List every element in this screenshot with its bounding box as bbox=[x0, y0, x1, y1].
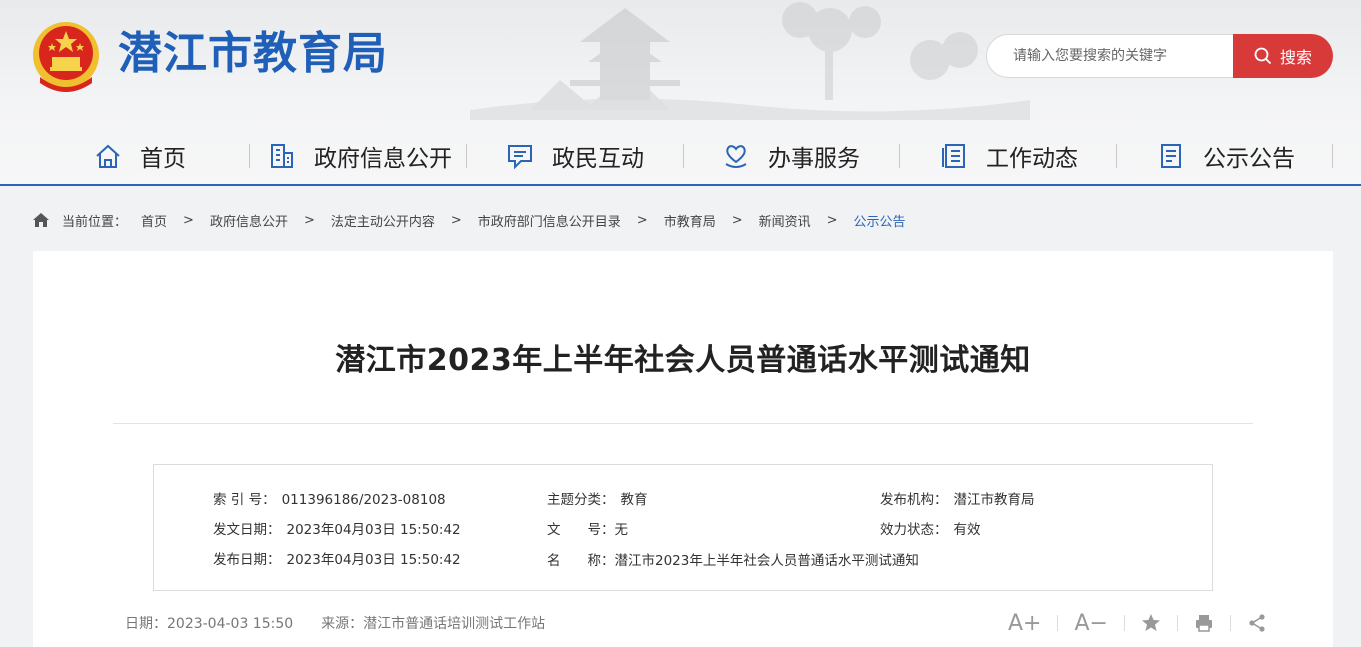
meta-value: 2023年04月03日 15:50:42 bbox=[286, 552, 461, 568]
nav-divider bbox=[249, 144, 250, 168]
tool-divider bbox=[1229, 615, 1231, 631]
main-nav: 首页 政府信息公开 政民互动 办事服务 工作动态 公示公告 bbox=[0, 128, 1361, 186]
breadcrumb-separator: > bbox=[450, 212, 462, 228]
meta-value: 2023年04月03日 15:50:42 bbox=[286, 522, 461, 538]
breadcrumb-separator: > bbox=[636, 212, 648, 228]
breadcrumb-item[interactable]: 新闻资讯 bbox=[759, 211, 811, 230]
meta-status: 效力状态： 有效 bbox=[880, 518, 981, 538]
font-decrease-button[interactable]: A− bbox=[1074, 611, 1107, 636]
print-button[interactable] bbox=[1194, 613, 1214, 633]
meta-value: 潜江市2023年上半年社会人员普通话水平测试通知 bbox=[614, 553, 919, 569]
nav-item-services[interactable]: 办事服务 bbox=[722, 128, 860, 184]
search-button-label: 搜索 bbox=[1279, 48, 1312, 67]
nav-label: 政民互动 bbox=[552, 146, 644, 172]
nav-item-home[interactable]: 首页 bbox=[94, 128, 186, 184]
breadcrumb-current[interactable]: 公示公告 bbox=[854, 211, 906, 230]
scenery-image bbox=[470, 2, 1030, 120]
meta-value: 无 bbox=[614, 522, 629, 538]
meta-value: 潜江市教育局 bbox=[953, 492, 1035, 508]
article-tools: A+ A− bbox=[1008, 609, 1267, 637]
printer-icon bbox=[1195, 615, 1212, 632]
search-box bbox=[986, 34, 1234, 78]
meta-key: 效力状态： bbox=[880, 522, 948, 538]
nav-divider bbox=[899, 144, 900, 168]
breadcrumb: 当前位置： 首页 > 政府信息公开 > 法定主动公开内容 > 市政府部门信息公开… bbox=[32, 208, 906, 232]
meta-key: 文 号： bbox=[547, 522, 615, 538]
metadata-table: 索 引 号： 011396186/2023-08108 发文日期： 2023年04月… bbox=[153, 464, 1213, 591]
nav-label: 政府信息公开 bbox=[314, 146, 452, 172]
nav-item-gov-info[interactable]: 政府信息公开 bbox=[268, 128, 452, 184]
meta-key: 发布日期： bbox=[213, 552, 281, 568]
heart-hand-icon bbox=[725, 145, 747, 168]
meta-name: 名 称：潜江市2023年上半年社会人员普通话水平测试通知 bbox=[547, 549, 919, 569]
breadcrumb-item[interactable]: 政府信息公开 bbox=[210, 211, 288, 230]
nav-label: 公示公告 bbox=[1203, 146, 1295, 172]
meta-doc-date: 发文日期： 2023年04月03日 15:50:42 bbox=[213, 518, 461, 538]
meta-value: 011396186/2023-08108 bbox=[281, 492, 446, 508]
article-source: 来源：潜江市普通话培训测试工作站 bbox=[321, 616, 546, 632]
nav-item-work-news[interactable]: 工作动态 bbox=[940, 128, 1078, 184]
article-info-bar: 日期：2023-04-03 15:50 来源：潜江市普通话培训测试工作站 bbox=[125, 613, 545, 633]
favorite-button[interactable] bbox=[1141, 613, 1161, 633]
search-input[interactable] bbox=[987, 35, 1234, 77]
article-title: 潜江市2023年上半年社会人员普通话水平测试通知 bbox=[335, 343, 1031, 378]
breadcrumb-item[interactable]: 市教育局 bbox=[664, 211, 716, 230]
article-panel: 潜江市2023年上半年社会人员普通话水平测试通知 索 引 号： 011396186… bbox=[33, 251, 1333, 647]
font-increase-button[interactable]: A+ bbox=[1008, 611, 1041, 636]
meta-org: 发布机构： 潜江市教育局 bbox=[880, 488, 1035, 508]
nav-label: 工作动态 bbox=[986, 146, 1078, 172]
document-icon bbox=[1161, 144, 1181, 168]
tool-divider bbox=[1176, 615, 1178, 631]
breadcrumb-separator: > bbox=[826, 212, 838, 228]
meta-value: 教育 bbox=[620, 492, 648, 508]
chat-icon bbox=[508, 145, 532, 170]
nav-item-announcements[interactable]: 公示公告 bbox=[1157, 128, 1295, 184]
nav-label: 首页 bbox=[140, 146, 186, 172]
nav-divider bbox=[466, 144, 467, 168]
meta-value: 有效 bbox=[953, 522, 981, 538]
breadcrumb-item[interactable]: 首页 bbox=[141, 211, 167, 230]
building-icon bbox=[271, 144, 293, 168]
meta-index: 索 引 号： 011396186/2023-08108 bbox=[213, 488, 446, 508]
meta-topic: 主题分类： 教育 bbox=[547, 488, 648, 508]
home-icon bbox=[33, 213, 49, 227]
nav-divider bbox=[683, 144, 684, 168]
home-icon bbox=[96, 144, 120, 168]
publish-date: 日期：2023-04-03 15:50 bbox=[125, 616, 294, 632]
breadcrumb-item[interactable]: 法定主动公开内容 bbox=[331, 211, 435, 230]
list-icon bbox=[942, 144, 965, 168]
share-button[interactable] bbox=[1247, 613, 1267, 633]
nav-item-interaction[interactable]: 政民互动 bbox=[506, 128, 644, 184]
meta-doc-number: 文 号：无 bbox=[547, 518, 628, 538]
search-button[interactable]: 搜索 bbox=[1233, 34, 1333, 78]
title-divider bbox=[113, 423, 1253, 424]
breadcrumb-item[interactable]: 市政府部门信息公开目录 bbox=[478, 211, 621, 230]
meta-key: 名 称： bbox=[547, 553, 615, 569]
national-emblem-logo bbox=[33, 22, 99, 92]
breadcrumb-separator: > bbox=[731, 212, 743, 228]
search-icon bbox=[1254, 47, 1272, 65]
nav-divider bbox=[1332, 144, 1333, 168]
meta-key: 索 引 号： bbox=[213, 492, 276, 508]
nav-divider bbox=[1116, 144, 1117, 168]
meta-key: 主题分类： bbox=[547, 492, 615, 508]
nav-label: 办事服务 bbox=[768, 146, 860, 172]
tool-divider bbox=[1123, 615, 1125, 631]
tool-divider bbox=[1057, 615, 1059, 631]
site-header: 潜江市教育局 搜索 首页 政府信息公开 bbox=[0, 0, 1361, 186]
share-icon bbox=[1249, 614, 1265, 632]
meta-pub-date: 发布日期： 2023年04月03日 15:50:42 bbox=[213, 548, 461, 568]
site-title[interactable]: 潜江市教育局 bbox=[118, 24, 388, 84]
nav-underline bbox=[0, 184, 1361, 186]
meta-key: 发文日期： bbox=[213, 522, 281, 538]
meta-key: 发布机构： bbox=[880, 492, 948, 508]
breadcrumb-label: 当前位置： bbox=[62, 214, 128, 230]
breadcrumb-separator: > bbox=[183, 212, 194, 228]
star-icon bbox=[1141, 614, 1160, 631]
breadcrumb-separator: > bbox=[303, 212, 315, 228]
